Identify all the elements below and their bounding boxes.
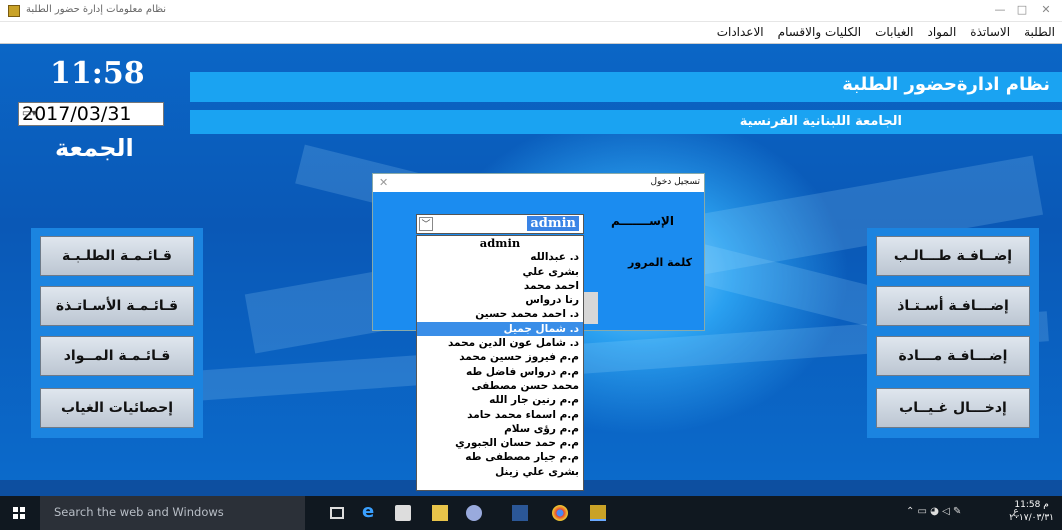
taskbar-date: ٢٠١٧/٠٣/٣١: [1009, 513, 1054, 523]
tray-icons[interactable]: ⌃ ▭ ◕ ◁ ✎: [906, 506, 961, 517]
login-close-button[interactable]: ✕: [379, 176, 388, 189]
list-item[interactable]: م.م رؤى سلام: [417, 422, 583, 436]
list-item[interactable]: د. احمد محمد حسين: [417, 307, 583, 321]
absence-stats-button[interactable]: إحصائيات الغياب: [40, 388, 194, 428]
chrome-icon[interactable]: [552, 505, 568, 521]
password-label: كلمة المرور: [628, 256, 693, 269]
username-value: admin: [527, 216, 579, 231]
taskbar-clock[interactable]: 11:58 م ٢٠١٧/٠٣/٣١: [1009, 499, 1054, 525]
subjects-list-button[interactable]: قـائـمـة المــواد: [40, 336, 194, 376]
login-title-bar: تسجيل دخول ✕: [373, 174, 704, 192]
add-absence-button[interactable]: إدخـــال غـيــاب: [876, 388, 1030, 428]
menu-teachers[interactable]: الاساتذة: [963, 22, 1017, 42]
paint-icon[interactable]: [466, 505, 482, 521]
name-label: الإســـــــم: [611, 214, 674, 228]
minimize-button[interactable]: —: [990, 2, 1010, 18]
clock-time: 11:58: [50, 56, 145, 91]
list-item[interactable]: بشرى علي زينل: [417, 465, 583, 479]
search-placeholder: Search the web and Windows: [54, 505, 224, 519]
right-button-panel: إضــافـة طـــالـب إضـــافـة أسـتـاذ إضــ…: [867, 228, 1039, 438]
students-list-button[interactable]: قـائـمـة الطلـبـة: [40, 236, 194, 276]
username-combobox[interactable]: ﹀ admin: [416, 214, 584, 234]
subheader-banner: الجامعة اللبنانية الفرنسية: [190, 110, 1062, 134]
chevron-down-icon[interactable]: ﹀: [419, 217, 433, 231]
list-item[interactable]: م.م فيروز حسين محمد: [417, 350, 583, 364]
menu-absences[interactable]: الغيابات: [868, 22, 920, 42]
edge-icon[interactable]: e: [362, 501, 378, 522]
list-item[interactable]: رنا درواس: [417, 293, 583, 307]
day-name: الجمعة: [55, 134, 134, 162]
date-picker[interactable]: 2017/03/31 ▭▾: [18, 102, 164, 126]
add-student-button[interactable]: إضــافـة طـــالـب: [876, 236, 1030, 276]
taskbar-search[interactable]: Search the web and Windows: [40, 496, 305, 530]
list-item[interactable]: د. شامل عون الدين محمد: [417, 336, 583, 350]
add-teacher-button[interactable]: إضـــافـة أسـتـاذ: [876, 286, 1030, 326]
list-item[interactable]: م.م حمد حسان الجبوري: [417, 436, 583, 450]
menu-subjects[interactable]: المواد: [920, 22, 963, 42]
list-item[interactable]: محمد حسن مصطفى: [417, 379, 583, 393]
list-item[interactable]: م.م درواس فاضل طه: [417, 365, 583, 379]
list-item[interactable]: بشرى علي: [417, 265, 583, 279]
menu-bar: الطلبة الاساتذة المواد الغيابات الكليات …: [0, 22, 1062, 44]
windows-start-icon[interactable]: [13, 507, 25, 519]
taskbar-time: 11:58 م: [1014, 500, 1049, 510]
app-taskbar-icon[interactable]: [590, 505, 606, 521]
list-item[interactable]: م.م رنين جار الله: [417, 393, 583, 407]
list-item[interactable]: م.م اسماء محمد حامد: [417, 408, 583, 422]
store-icon[interactable]: [395, 505, 411, 521]
word-icon[interactable]: [512, 505, 528, 521]
calendar-dropdown-icon[interactable]: ▭▾: [22, 108, 160, 119]
menu-students[interactable]: الطلبة: [1017, 22, 1062, 42]
title-bar: نظام معلومات إدارة حضور الطلبة — □ ✕: [0, 0, 1062, 22]
list-item[interactable]: د. عبدالله: [417, 250, 583, 264]
menu-settings[interactable]: الاعدادات: [710, 22, 771, 42]
taskbar: Search the web and Windows e ⌃ ▭ ◕ ◁ ✎ ع…: [0, 496, 1062, 530]
app-icon: [8, 5, 20, 17]
window-title: نظام معلومات إدارة حضور الطلبة: [26, 4, 167, 15]
list-item[interactable]: admin: [417, 236, 583, 250]
username-dropdown-list: admin د. عبدالله بشرى علي احمد محمد رنا …: [416, 235, 584, 491]
task-view-icon[interactable]: [330, 507, 344, 519]
menu-colleges[interactable]: الكليات والاقسام: [771, 22, 868, 42]
close-button[interactable]: ✕: [1036, 2, 1056, 18]
header-banner: نظام ادارةحضور الطلبة: [190, 72, 1062, 102]
add-subject-button[interactable]: إضـــافـة مـــادة: [876, 336, 1030, 376]
left-button-panel: قـائـمـة الطلـبـة قـائـمـة الأسـاتـذة قـ…: [31, 228, 203, 438]
app-title: نظام ادارةحضور الطلبة: [842, 74, 1050, 95]
university-name: الجامعة اللبنانية الفرنسية: [739, 114, 902, 129]
file-explorer-icon[interactable]: [432, 505, 448, 521]
list-item[interactable]: احمد محمد: [417, 279, 583, 293]
list-item[interactable]: م.م جيار مصطفى طه: [417, 450, 583, 464]
maximize-button[interactable]: □: [1012, 2, 1032, 18]
teachers-list-button[interactable]: قـائـمـة الأسـاتـذة: [40, 286, 194, 326]
list-item-highlighted[interactable]: د. شمال جميل: [417, 321, 583, 337]
login-title: تسجيل دخول: [650, 177, 701, 187]
